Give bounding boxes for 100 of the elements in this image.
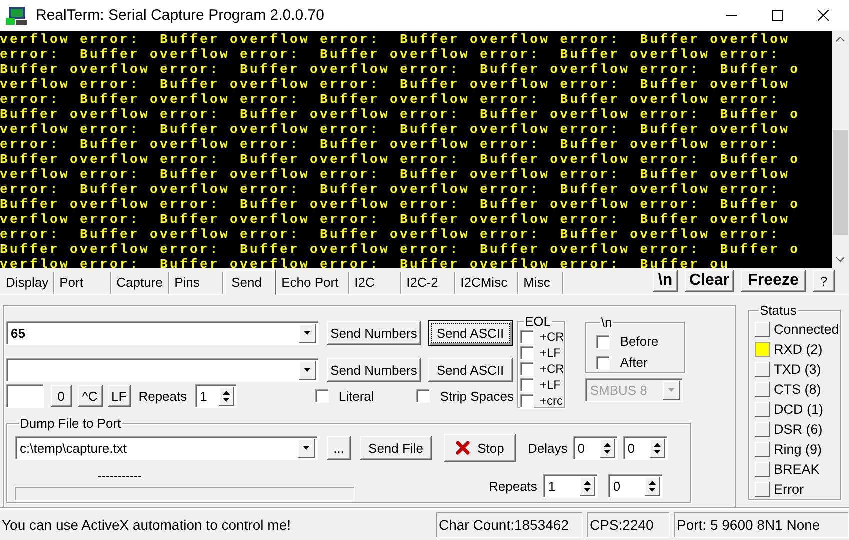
checkbox-label: Before (620, 334, 659, 349)
checkbox-label: After (620, 355, 648, 370)
checkbox[interactable] (596, 334, 610, 348)
spin-field[interactable]: 0 (622, 436, 668, 460)
terminal-line: error: Buffer overflow error: Buffer overflow error: Buffer overflow error: (0, 47, 782, 62)
repeats-label: Repeats (489, 478, 538, 494)
checkbox[interactable] (314, 389, 329, 403)
terminal-line: verflow error: Buffer overflow error: Buffer overflow error: Buffer overflow (0, 122, 792, 137)
terminal-line: verflow error: Buffer overflow error: Buffer overflow error: Buffer overflow (0, 77, 792, 92)
checkbox[interactable] (520, 394, 534, 408)
button[interactable]: ^C (78, 385, 102, 407)
terminal-line: error: Buffer overflow error: Buffer overflow error: Buffer overflow error: (0, 227, 782, 242)
dropdown-button[interactable] (299, 360, 316, 380)
spin-field[interactable]: 0 (608, 474, 664, 498)
dropdown-field[interactable]: 65 (6, 321, 319, 345)
spin-field[interactable]: 0 (572, 436, 618, 460)
button[interactable]: \n (653, 270, 678, 292)
dropdown-field[interactable]: c:\temp\capture.txt (15, 436, 318, 460)
button[interactable]: Send Numbers (327, 321, 421, 345)
dropdown-button[interactable] (298, 438, 315, 458)
tab[interactable]: Display (2, 272, 54, 294)
dropdown-button[interactable] (299, 324, 316, 342)
checkbox[interactable] (520, 378, 534, 392)
button[interactable]: LF (108, 385, 131, 407)
checkbox[interactable] (416, 389, 430, 403)
checkbox[interactable] (596, 356, 610, 370)
status-label: Connected (774, 322, 840, 338)
window-title: RealTerm: Serial Capture Program 2.0.0.70 (36, 7, 326, 24)
status-label: Ring (9) (774, 442, 822, 457)
spin-buttons[interactable] (645, 476, 660, 496)
terminal-line: Buffer overflow error: Buffer overflow error: Buffer overflow error: Buffer o (0, 152, 802, 167)
terminal-line: verflow error: Buffer overflow error: Buffer overflow error: Buffer overflow (0, 32, 792, 47)
tab[interactable]: Misc (520, 272, 563, 294)
up-down-arrows-icon (649, 480, 656, 492)
input-field[interactable] (6, 384, 44, 408)
spin-buttons[interactable] (600, 438, 615, 458)
spin-field[interactable]: 1 (543, 474, 598, 498)
terminal-line: Buffer overflow error: Buffer overflow error: Buffer overflow error: Buffer o (0, 242, 802, 257)
tab[interactable]: Port (56, 272, 111, 294)
spin-buttons[interactable] (218, 386, 234, 406)
cps-readout: CPS:2240 (587, 512, 670, 538)
button[interactable]: Send Numbers (327, 358, 421, 382)
group-label: Dump File to Port (19, 416, 122, 431)
stop-button[interactable]: Stop (444, 434, 516, 462)
char-count: Char Count:1853462 (436, 512, 583, 538)
close-icon (818, 10, 828, 21)
button[interactable]: 0 (51, 385, 72, 407)
caret-icon (303, 446, 310, 450)
status-message: You can use ActiveX automation to control me! (1, 516, 292, 535)
scroll-thumb[interactable] (833, 130, 848, 235)
checkbox-label: Strip Spaces (440, 388, 514, 404)
checkbox[interactable] (520, 330, 534, 344)
tab[interactable]: Pins (170, 272, 223, 294)
button[interactable]: Freeze (741, 270, 806, 292)
port-settings: Port: 5 9600 8N1 None (674, 512, 849, 538)
checkbox-label: Literal (338, 388, 374, 404)
progress-text: ----------- (97, 471, 143, 485)
status-label: DCD (1) (774, 402, 824, 417)
button[interactable]: Send ASCII (428, 358, 513, 382)
tab[interactable]: I2C-2 (402, 272, 455, 294)
button[interactable]: Send ASCII (428, 320, 513, 346)
terminal-line: Buffer overflow error: Buffer overflow error: Buffer overflow error: Buffer o (0, 62, 802, 77)
terminal-line: error: Buffer overflow error: Buffer overflow error: Buffer overflow error: (0, 92, 782, 107)
repeats-label: Repeats (138, 388, 188, 404)
dropdown-field[interactable] (6, 358, 319, 382)
button[interactable]: ? (813, 270, 835, 292)
group-label: EOL (524, 314, 552, 329)
tab[interactable]: Capture (112, 272, 169, 294)
tab[interactable]: I2CMisc (456, 272, 518, 294)
spin-field[interactable]: 1 (195, 384, 237, 408)
group-label: \n (600, 315, 614, 330)
tab[interactable]: I2C (350, 272, 401, 294)
tab[interactable]: Send (224, 270, 276, 295)
terminal-line: Buffer overflow error: Buffer overflow error: Buffer overflow error: Buffer o (0, 197, 802, 212)
terminal-line: verflow error: Buffer overflow error: Buffer overflow error: Buffer overflow (0, 212, 792, 227)
checkbox[interactable] (520, 362, 534, 376)
terminal-line: error: Buffer overflow error: Buffer overflow error: Buffer overflow error: (0, 182, 782, 197)
caret-icon (304, 331, 311, 335)
terminal-line: error: Buffer overflow error: Buffer overflow error: Buffer overflow error: (0, 137, 782, 152)
up-down-arrows-icon (654, 442, 661, 454)
checkbox[interactable] (520, 346, 534, 360)
button[interactable]: Clear (685, 270, 734, 292)
status-label: CTS (8) (774, 382, 822, 398)
spin-buttons[interactable] (580, 476, 596, 496)
checkbox-label: +LF (540, 378, 562, 392)
button[interactable]: ... (327, 436, 351, 460)
caret-icon (304, 368, 311, 372)
group-label: Status (759, 303, 798, 318)
button[interactable]: Send File (360, 436, 432, 460)
terminal-line: verflow error: Buffer overflow error: Buffer overflow error: Buffer overflow (0, 167, 792, 182)
spin-buttons[interactable] (650, 438, 665, 458)
checkbox-label: +crc (540, 394, 564, 408)
status-label: BREAK (774, 462, 820, 477)
checkbox-label: +LF (540, 346, 562, 360)
status-label: DSR (6) (774, 422, 823, 437)
delays-label: Delays (528, 440, 568, 456)
terminal-line: Buffer overflow error: Buffer overflow error: Buffer overflow error: Buffer o (0, 107, 802, 122)
status-label: TXD (3) (774, 362, 822, 378)
tab[interactable]: Echo Port (278, 272, 349, 294)
up-down-arrows-icon (604, 442, 611, 454)
